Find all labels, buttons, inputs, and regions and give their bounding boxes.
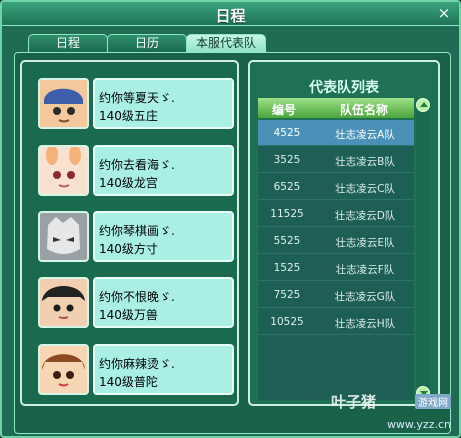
- table-row[interactable]: 5525 壮志凌云E队: [258, 228, 414, 254]
- team-name-cell: 壮志凌云B队: [335, 156, 395, 168]
- watermark-tag: 游戏网: [415, 394, 451, 409]
- friend-info: 约你去看海ゞ. 140级龙宫: [93, 145, 234, 196]
- friend-info: 约你琴棋画ゞ. 140级方寸: [93, 211, 234, 262]
- team-id-cell: 1525: [273, 262, 301, 274]
- column-header-name: 队伍名称: [340, 103, 389, 117]
- table-row[interactable]: 3525 壮志凌云B队: [258, 147, 414, 173]
- white-mask-avatar[interactable]: [38, 211, 89, 262]
- friend-level-school: 140级龙宫: [99, 176, 158, 190]
- table-row[interactable]: 6525 壮志凌云C队: [258, 174, 414, 200]
- team-id-cell: 4525: [273, 127, 301, 139]
- table-row[interactable]: 10525 壮志凌云H队: [258, 309, 414, 335]
- friend-message: 约你去看海ゞ.: [99, 158, 175, 172]
- team-list-title: 代表队列表: [309, 80, 379, 96]
- friend-info: 约你麻辣烫ゞ. 140级普陀: [93, 344, 234, 395]
- table-row[interactable]: 1525 壮志凌云F队: [258, 255, 414, 281]
- table-header: 编号 队伍名称: [258, 98, 414, 118]
- team-id-cell: 11525: [270, 208, 304, 220]
- friend-card[interactable]: 约你琴棋画ゞ. 140级方寸: [36, 209, 236, 264]
- window-title: 日程: [215, 7, 246, 25]
- tab-calendar[interactable]: 日历: [107, 34, 187, 52]
- watermark-brand: 叶子猪: [331, 393, 377, 411]
- friend-info: 约你不恨晚ゞ. 140级万兽: [93, 277, 234, 328]
- team-id-cell: 6525: [273, 181, 301, 193]
- friend-card[interactable]: 约你麻辣烫ゞ. 140级普陀: [36, 342, 236, 397]
- friend-card[interactable]: 约你等夏天ゞ. 140级五庄: [36, 76, 236, 131]
- watermark-url: www.yzz.cn: [386, 418, 451, 431]
- team-name-cell: 壮志凌云A队: [335, 129, 395, 141]
- tab-server-team[interactable]: 本服代表队: [186, 34, 266, 52]
- team-id-cell: 10525: [270, 316, 304, 328]
- friend-message: 约你琴棋画ゞ.: [99, 224, 175, 238]
- title-bar: 日程 ×: [2, 2, 459, 26]
- friend-card[interactable]: 约你不恨晚ゞ. 140级万兽: [36, 275, 236, 330]
- friend-invite-panel: 约你等夏天ゞ. 140级五庄 约你去看海ゞ. 140级龙宫 约你琴棋画ゞ. 14…: [20, 60, 239, 406]
- friend-level-school: 140级方寸: [99, 242, 158, 256]
- team-list-panel: 代表队列表 编号 队伍名称 4525 壮志凌云A队 3525 壮志凌云B队 65…: [248, 60, 440, 406]
- tab-schedule[interactable]: 日程: [28, 34, 108, 52]
- table-row[interactable]: 7525 壮志凌云G队: [258, 282, 414, 308]
- team-table-body: 4525 壮志凌云A队 3525 壮志凌云B队 6525 壮志凌云C队 1152…: [258, 120, 414, 400]
- friend-level-school: 140级普陀: [99, 375, 158, 389]
- team-name-cell: 壮志凌云C队: [335, 183, 395, 195]
- team-name-cell: 壮志凌云H队: [334, 318, 396, 330]
- list-scrollbar[interactable]: [416, 98, 430, 400]
- team-name-cell: 壮志凌云E队: [335, 237, 395, 249]
- table-row[interactable]: 11525 壮志凌云D队: [258, 201, 414, 227]
- scroll-up-button[interactable]: [416, 98, 430, 112]
- column-header-id: 编号: [272, 103, 297, 117]
- team-id-cell: 5525: [273, 235, 301, 247]
- table-row[interactable]: 4525 壮志凌云A队: [258, 120, 414, 146]
- friend-info: 约你等夏天ゞ. 140级五庄: [93, 78, 234, 129]
- team-id-cell: 7525: [273, 289, 301, 301]
- bunny-ear-girl-avatar[interactable]: [38, 145, 89, 196]
- team-name-cell: 壮志凌云F队: [335, 264, 395, 276]
- schedule-window: 日程 × 日程 日历 本服代表队 约你等夏天ゞ. 140级五庄 约你去看海ゞ. …: [0, 0, 461, 438]
- close-button[interactable]: ×: [436, 5, 452, 21]
- black-hair-girl-avatar[interactable]: [38, 277, 89, 328]
- site-watermark: 叶子猪 游戏网 www.yzz.cn: [331, 391, 451, 431]
- friend-message: 约你等夏天ゞ.: [99, 91, 175, 105]
- friend-message: 约你麻辣烫ゞ.: [99, 357, 175, 371]
- friend-message: 约你不恨晚ゞ.: [99, 290, 175, 304]
- team-name-cell: 壮志凌云D队: [334, 210, 396, 222]
- brown-hair-girl-avatar[interactable]: [38, 344, 89, 395]
- friend-level-school: 140级万兽: [99, 308, 158, 322]
- friend-card[interactable]: 约你去看海ゞ. 140级龙宫: [36, 143, 236, 198]
- blue-hat-boy-avatar[interactable]: [38, 78, 89, 129]
- friend-level-school: 140级五庄: [99, 109, 158, 123]
- team-name-cell: 壮志凌云G队: [334, 291, 396, 303]
- team-id-cell: 3525: [273, 154, 301, 166]
